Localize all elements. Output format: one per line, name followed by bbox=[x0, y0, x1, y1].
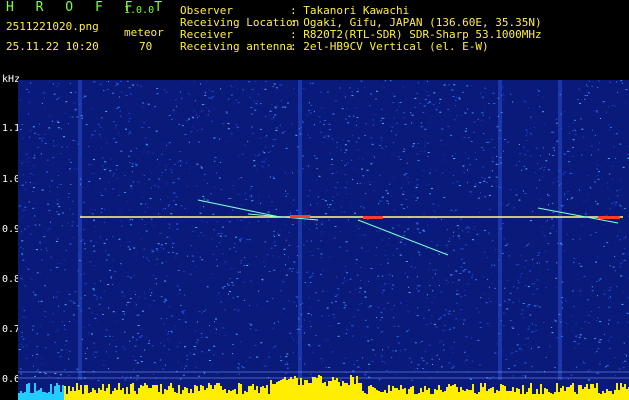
hrofft-window: H R O F F T 1.0.0 2511221020.png 25.11.2… bbox=[0, 0, 629, 400]
spectrogram-canvas bbox=[18, 80, 629, 400]
app-version: 1.0.0 bbox=[124, 5, 155, 16]
file-name: 2511221020.png bbox=[6, 20, 99, 33]
meteor-label: meteor bbox=[124, 26, 164, 39]
spectrogram bbox=[18, 80, 629, 400]
meteor-count: 70 bbox=[139, 40, 153, 53]
date-time: 25.11.22 10:20 bbox=[6, 40, 99, 53]
antenna-value: : 2el-HB9CV Vertical (el. E-W) bbox=[290, 40, 489, 53]
antenna-label: Receiving antenna bbox=[180, 40, 293, 53]
